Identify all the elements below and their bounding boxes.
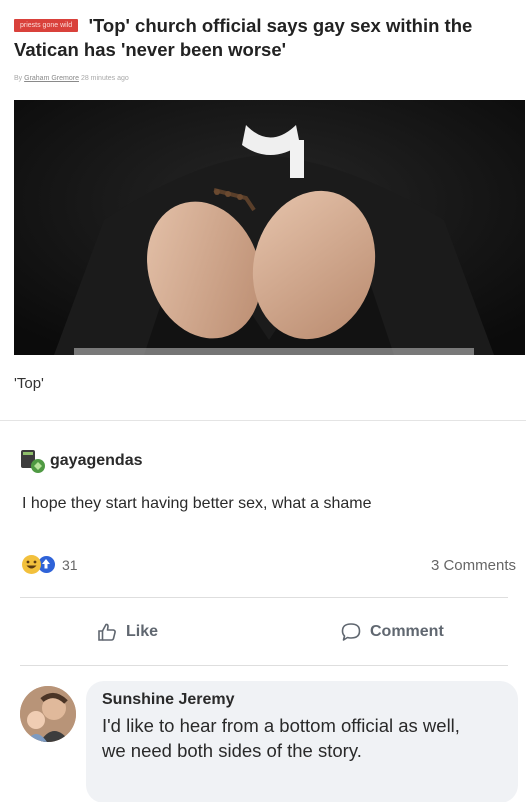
comment-label: Comment (370, 623, 444, 640)
priest-hands-photo (14, 100, 525, 355)
byline-prefix: By (14, 75, 23, 82)
avatar[interactable] (20, 686, 76, 742)
post-author[interactable]: gayagendas (20, 448, 142, 474)
comment-bubble-icon (341, 623, 361, 641)
divider (20, 597, 508, 598)
headline-row: priests gone wild 'Top' church official … (14, 14, 519, 62)
like-button[interactable]: Like (96, 621, 158, 643)
comment-bubble: Sunshine Jeremy I'd like to hear from a … (86, 681, 518, 802)
sparkle-badge-icon (20, 448, 46, 474)
haha-reaction-icon (22, 555, 41, 574)
byline-author-link[interactable]: Graham Gremore (24, 75, 79, 82)
byline-time: 28 minutes ago (80, 75, 129, 82)
article-card[interactable]: priests gone wild 'Top' church official … (0, 0, 526, 420)
reaction-summary[interactable]: 31 (22, 555, 78, 574)
like-label: Like (126, 623, 159, 640)
comments-count-link[interactable]: 3 Comments (431, 557, 516, 574)
divider (20, 665, 508, 666)
post-text: I hope they start having better sex, wha… (22, 495, 372, 512)
byline: By Graham Gremore 28 minutes ago (14, 75, 129, 82)
commenter-name[interactable]: Sunshine Jeremy (102, 691, 502, 709)
image-caption: 'Top' (14, 375, 44, 392)
author-name[interactable]: gayagendas (50, 452, 142, 470)
reaction-count: 31 (62, 556, 78, 573)
category-tag[interactable]: priests gone wild (14, 19, 79, 32)
article-photo[interactable] (14, 100, 525, 355)
comment-button[interactable]: Comment (340, 621, 444, 643)
comment-text: I'd like to hear from a bottom official … (102, 715, 460, 761)
thumbs-up-icon (98, 623, 116, 641)
post-card: gayagendas I hope they start having bett… (0, 420, 526, 802)
article-headline[interactable]: 'Top' church official says gay sex withi… (14, 15, 472, 60)
